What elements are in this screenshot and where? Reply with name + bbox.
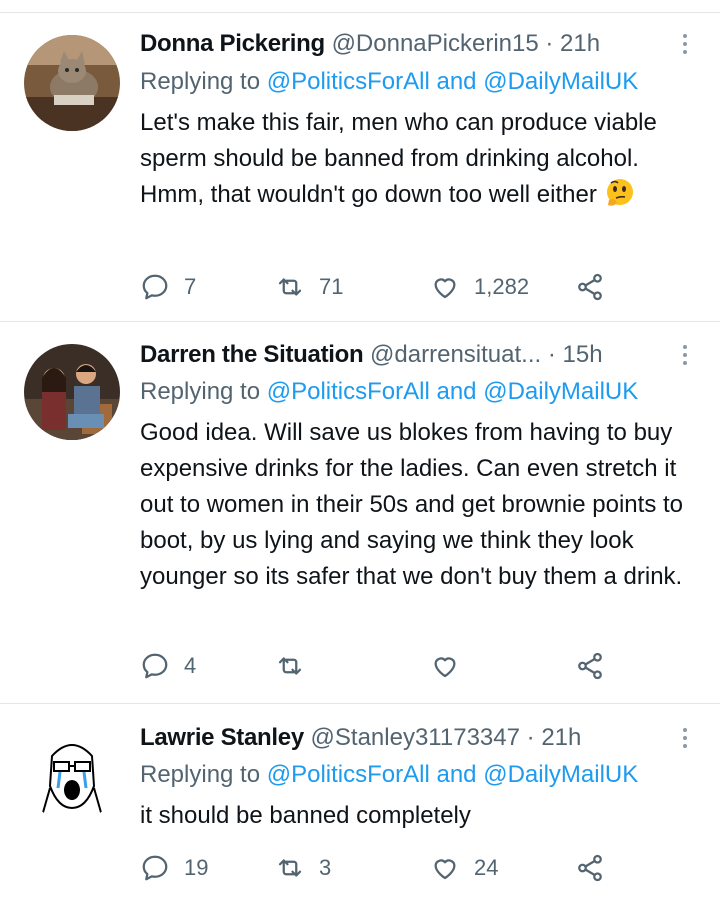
mention-link[interactable]: @PoliticsForAll [267, 68, 430, 95]
timestamp[interactable]: 21h [560, 30, 600, 57]
reply-icon [142, 855, 168, 881]
share-button[interactable] [575, 267, 605, 307]
avatar[interactable] [24, 344, 120, 440]
tweet-text: it should be banned completely [140, 798, 705, 834]
heart-icon [434, 859, 456, 880]
tweet-text-content: Good idea. Will save us blokes from havi… [140, 419, 683, 590]
share-button[interactable] [575, 646, 605, 686]
mention-link[interactable]: @PoliticsForAll [267, 378, 430, 405]
tweet-header: Darren the Situation @darrensituat... · … [140, 338, 700, 372]
author-handle[interactable]: @DonnaPickerin15 [332, 30, 539, 57]
share-icon [578, 273, 602, 301]
replying-to: Replying to @PoliticsForAll and @DailyMa… [140, 65, 710, 99]
like-count: 24 [474, 855, 499, 880]
reply-button[interactable]: 4 [140, 646, 196, 686]
tweet[interactable]: Darren the Situation @darrensituat... · … [0, 322, 720, 704]
replying-to: Replying to @PoliticsForAll and @DailyMa… [140, 758, 710, 792]
retweet-count: 3 [319, 855, 332, 880]
tweet-header: Lawrie Stanley @Stanley31173347 · 21h [140, 721, 700, 755]
author-name[interactable]: Darren the Situation [140, 341, 364, 368]
avatar-wojak-image [24, 726, 120, 822]
share-icon [578, 854, 602, 882]
timestamp[interactable]: 21h [541, 724, 581, 751]
separator-dot: · [526, 724, 535, 751]
avatar[interactable] [24, 726, 120, 822]
mention-and[interactable]: and [436, 378, 476, 405]
thinking-face-icon [607, 179, 634, 206]
top-divider [0, 0, 720, 13]
tweet-actions: 19 3 24 [140, 848, 660, 888]
tweet-actions: 7 71 1,282 [140, 267, 660, 307]
tweet[interactable]: Donna Pickering @DonnaPickerin15 · 21h R… [0, 13, 720, 322]
tweet-header: Donna Pickering @DonnaPickerin15 · 21h [140, 27, 700, 61]
replying-prefix: Replying to [140, 378, 261, 405]
reply-button[interactable]: 19 [140, 848, 208, 888]
reply-count: 7 [184, 274, 197, 299]
author-handle[interactable]: @darrensituat... [370, 341, 541, 368]
author-name[interactable]: Donna Pickering [140, 30, 325, 57]
mention-link[interactable]: @DailyMailUK [483, 378, 638, 405]
retweet-icon [278, 657, 302, 675]
mention-and[interactable]: and [436, 68, 476, 95]
more-options-icon[interactable] [678, 27, 692, 61]
author-name[interactable]: Lawrie Stanley [140, 724, 304, 751]
more-options-icon[interactable] [678, 721, 692, 755]
like-button[interactable] [430, 646, 474, 686]
tweet-text-content: it should be banned completely [140, 802, 471, 829]
reply-icon [142, 653, 168, 679]
replying-prefix: Replying to [140, 761, 261, 788]
retweet-button[interactable]: 3 [275, 848, 331, 888]
replying-to: Replying to @PoliticsForAll and @DailyMa… [140, 375, 710, 409]
avatar-cat-image [24, 35, 120, 131]
reply-count: 19 [184, 855, 209, 880]
avatar[interactable] [24, 35, 120, 131]
like-button[interactable]: 1,282 [430, 267, 529, 307]
retweet-icon [278, 859, 302, 877]
mention-link[interactable]: @DailyMailUK [483, 761, 638, 788]
tweet-text: Let's make this fair, men who can produc… [140, 105, 705, 213]
tweet[interactable]: Lawrie Stanley @Stanley31173347 · 21h Re… [0, 704, 720, 901]
reply-button[interactable]: 7 [140, 267, 196, 307]
avatar-people-image [24, 344, 120, 440]
heart-icon [434, 278, 456, 299]
separator-dot: · [547, 341, 556, 368]
retweet-button[interactable] [275, 646, 319, 686]
heart-icon [434, 657, 456, 678]
reply-icon [142, 274, 168, 300]
timestamp[interactable]: 15h [563, 341, 603, 368]
like-count: 1,282 [474, 274, 530, 299]
mention-and[interactable]: and [436, 761, 476, 788]
more-options-icon[interactable] [678, 338, 692, 372]
tweet-text-content: Let's make this fair, men who can produc… [140, 109, 657, 208]
author-handle[interactable]: @Stanley31173347 [311, 724, 520, 751]
replying-prefix: Replying to [140, 68, 261, 95]
separator-dot: · [545, 30, 554, 57]
tweet-text: Good idea. Will save us blokes from havi… [140, 415, 705, 595]
retweet-button[interactable]: 71 [275, 267, 343, 307]
like-button[interactable]: 24 [430, 848, 498, 888]
tweet-actions: 4 [140, 646, 660, 686]
reply-count: 4 [184, 653, 197, 678]
share-icon [578, 652, 602, 680]
mention-link[interactable]: @DailyMailUK [483, 68, 638, 95]
mention-link[interactable]: @PoliticsForAll [267, 761, 430, 788]
retweet-count: 71 [319, 274, 344, 299]
share-button[interactable] [575, 848, 605, 888]
retweet-icon [278, 278, 302, 296]
